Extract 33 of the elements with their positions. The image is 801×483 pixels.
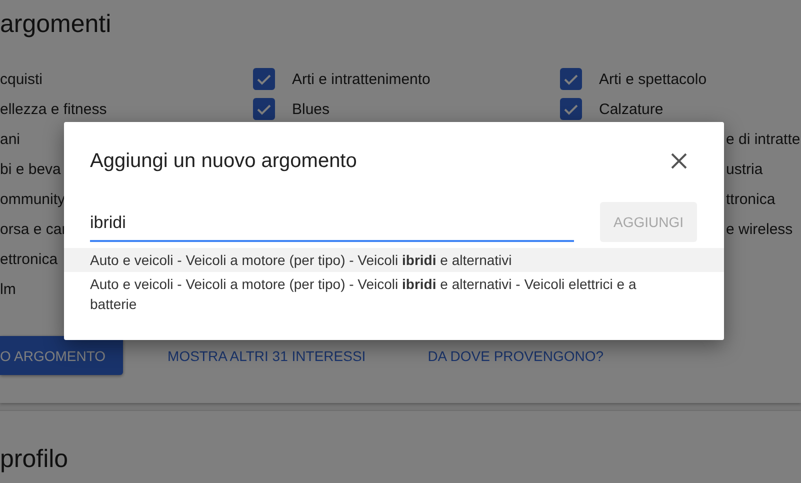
topic-label: bi e beva [0,160,61,178]
checkbox[interactable] [560,68,582,90]
checkmark-icon [257,104,271,114]
topic-label: ettronica [0,250,58,268]
checkmark-icon [564,104,578,114]
section-heading: profilo [0,445,68,473]
topic-label: Blues [292,100,330,118]
topic-label: lm [0,280,16,298]
topic-label: ommunity [0,190,66,208]
checkbox[interactable] [253,98,275,120]
topic-label: cquisti [0,70,43,88]
topic-label: e wireless [726,220,793,238]
topic-label: ttronica [726,190,776,208]
checkmark-icon [564,74,578,84]
link[interactable]: MOSTRA ALTRI 31 INTERESSI [168,348,366,364]
checkbox[interactable] [253,68,275,90]
section-heading: argomenti [0,10,112,38]
topic-label: ani [0,130,20,148]
checkmark-icon [257,74,271,84]
topic-label: Arti e intrattenimento [292,70,430,88]
topic-label: ustria [726,160,763,178]
add-topic-button[interactable]: O ARGOMENTO [0,336,123,375]
topic-label: e di intratte [726,130,800,148]
link[interactable]: DA DOVE PROVENGONO? [428,348,604,364]
topic-label: ellezza e fitness [0,100,107,118]
checkbox[interactable] [560,98,582,120]
dialog-title: Aggiungi un nuovo argomento [90,150,357,172]
suggestion-item[interactable]: Auto e veicoli - Veicoli a motore (per tipo) - Veicoli ibridi e alternativi - Veicoli elettrici e a batterie [64,272,724,316]
topic-label: Calzature [599,100,664,118]
close-icon[interactable] [670,152,688,170]
topic-label: Arti e spettacolo [599,70,707,88]
suggestion-item[interactable]: Auto e veicoli - Veicoli a motore (per tipo) - Veicoli ibridi e alternativi [64,248,724,272]
topic-label: orsa e car [0,220,67,238]
